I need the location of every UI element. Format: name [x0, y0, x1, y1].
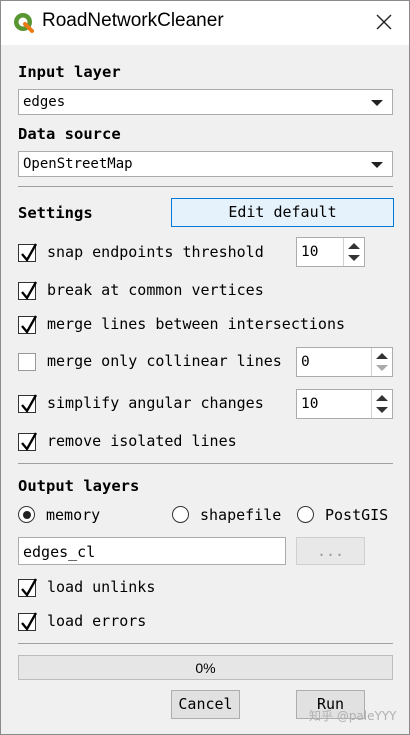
radio-label: PostGIS: [325, 506, 389, 524]
spin-arrows[interactable]: [343, 238, 364, 266]
spin-value: 10: [301, 396, 319, 412]
spin-arrows[interactable]: [371, 390, 392, 418]
spin-down-icon[interactable]: [376, 365, 388, 371]
watermark: 知乎 @paleYYY: [309, 709, 397, 723]
input-layer-combo[interactable]: edges: [18, 89, 393, 115]
output-name-input[interactable]: edges_cl: [18, 537, 286, 565]
option-label: merge lines between intersections: [47, 315, 346, 333]
checkbox[interactable]: [18, 612, 38, 632]
checkmark-icon: [21, 432, 38, 452]
option-label: load unlinks: [47, 578, 156, 596]
option-label: simplify angular changes: [47, 394, 264, 412]
spin-arrows[interactable]: [371, 348, 392, 376]
divider: [18, 186, 393, 187]
input-layer-value: edges: [23, 94, 66, 110]
checkmark-icon: [21, 281, 38, 301]
radio-button[interactable]: [297, 506, 314, 523]
checkbox[interactable]: [18, 394, 38, 414]
angular-spinbox[interactable]: 10: [296, 389, 393, 419]
checkbox[interactable]: [18, 432, 38, 452]
snap-threshold-spinbox[interactable]: 10: [296, 237, 365, 267]
checkbox[interactable]: [18, 353, 36, 371]
option-label: break at common vertices: [47, 281, 264, 299]
browse-button[interactable]: ...: [296, 537, 365, 565]
collinear-spinbox[interactable]: 0: [296, 347, 393, 377]
divider: [18, 643, 393, 644]
progress-text: 0%: [195, 660, 216, 676]
data-source-combo[interactable]: OpenStreetMap: [18, 151, 393, 177]
checkmark-icon: [21, 243, 38, 263]
window-title: RoadNetworkCleaner: [42, 10, 224, 31]
spin-up-icon[interactable]: [376, 395, 388, 401]
dialog-window: RoadNetworkCleaner Input layer edges Dat…: [0, 0, 410, 735]
output-layers-label: Output layers: [18, 477, 140, 495]
data-source-label: Data source: [18, 125, 121, 143]
chevron-down-icon: [371, 100, 383, 106]
progress-bar: 0%: [18, 655, 393, 680]
spin-up-icon[interactable]: [376, 353, 388, 359]
spin-value: 0: [301, 354, 310, 370]
settings-label: Settings: [18, 204, 93, 222]
spin-down-icon[interactable]: [348, 255, 360, 261]
checkmark-icon: [21, 394, 38, 414]
checkbox[interactable]: [18, 578, 38, 598]
radio-label: shapefile: [200, 506, 282, 524]
input-layer-label: Input layer: [18, 63, 121, 81]
data-source-value: OpenStreetMap: [23, 156, 133, 172]
option-label: merge only collinear lines: [47, 352, 282, 370]
radio-button[interactable]: [172, 506, 189, 523]
option-label: remove isolated lines: [47, 432, 237, 450]
checkbox[interactable]: [18, 315, 38, 335]
checkmark-icon: [21, 578, 38, 598]
spin-value: 10: [301, 244, 319, 260]
title-bar[interactable]: RoadNetworkCleaner: [1, 1, 409, 45]
spin-down-icon[interactable]: [376, 407, 388, 413]
close-icon[interactable]: [369, 9, 399, 37]
divider: [18, 463, 393, 464]
qgis-logo-icon: [14, 13, 34, 33]
chevron-down-icon: [371, 162, 383, 168]
checkmark-icon: [21, 612, 38, 632]
radio-button[interactable]: [18, 506, 35, 523]
checkbox[interactable]: [18, 243, 38, 263]
radio-label: memory: [46, 506, 101, 524]
output-name-value: edges_cl: [23, 543, 96, 561]
option-label: load errors: [47, 612, 147, 630]
spin-up-icon[interactable]: [348, 243, 360, 249]
option-label: snap endpoints threshold: [47, 243, 264, 261]
cancel-button[interactable]: Cancel: [171, 690, 240, 719]
checkbox[interactable]: [18, 281, 38, 301]
checkmark-icon: [21, 315, 38, 335]
edit-default-button[interactable]: Edit default: [171, 198, 394, 227]
